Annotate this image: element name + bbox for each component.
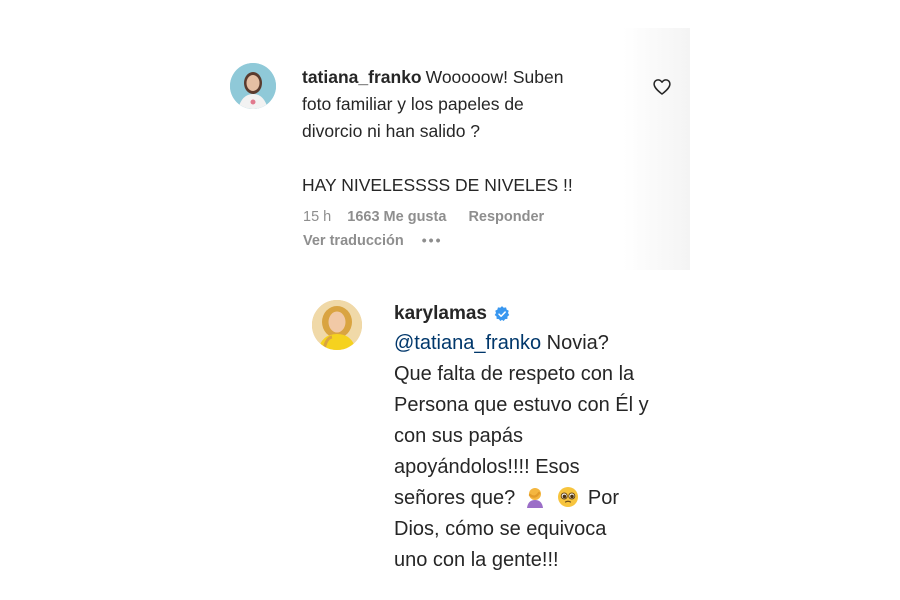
comment-meta: 15 h 1663 Me gusta Responder [303, 209, 562, 225]
comment-line-3: divorcio ni han salido ? [302, 121, 481, 141]
comment-line-2: foto familiar y los papeles de [302, 94, 524, 114]
mention-link[interactable]: @tatiana_franko [394, 332, 541, 354]
comment-line-1: Wooooow! Suben [425, 67, 564, 87]
reply-header: karylamas [394, 303, 511, 325]
reply-line-5: apoyándolos!!!! Esos [394, 456, 580, 478]
reply-line-1: Novia? [546, 332, 609, 354]
comment-meta-secondary: Ver traducción ••• [303, 232, 442, 249]
translate-button[interactable]: Ver traducción [303, 233, 404, 249]
avatar-image [312, 300, 362, 350]
reply-line-4: con sus papás [394, 425, 523, 447]
reply-button[interactable]: Responder [468, 209, 544, 225]
comment-line-5: HAY NIVELESSSS DE NIVELES !! [302, 175, 573, 195]
avatar-image [230, 63, 276, 109]
heart-icon[interactable] [652, 77, 672, 97]
pleading-face-emoji-icon [558, 487, 579, 507]
more-options-icon[interactable]: ••• [422, 232, 443, 248]
avatar[interactable] [230, 63, 276, 109]
verified-badge-icon [494, 306, 510, 322]
reply-line-2: Que falta de respeto con la [394, 363, 635, 385]
avatar[interactable] [312, 300, 362, 350]
likes-count[interactable]: 1663 Me gusta [347, 209, 446, 225]
reply-line-7: Por [587, 487, 620, 509]
comment-time: 15 h [303, 209, 332, 225]
person-facepalming-emoji-icon [526, 488, 543, 508]
reply-line-3: Persona que estuvo con Él y [394, 394, 649, 416]
reply-line-9: uno con la gente!!! [394, 549, 559, 571]
comment-blank-line [302, 145, 622, 172]
reply-line-8: Dios, cómo se equivoca [394, 518, 607, 540]
reply-line-6: señores que? [394, 487, 516, 509]
comment-text: tatiana_franko Wooooow! Suben foto famili… [302, 64, 622, 199]
reply-username[interactable]: karylamas [394, 303, 487, 325]
reply-text: @tatiana_franko Novia? Que falta de resp… [394, 328, 694, 576]
comment-username[interactable]: tatiana_franko [302, 67, 422, 87]
